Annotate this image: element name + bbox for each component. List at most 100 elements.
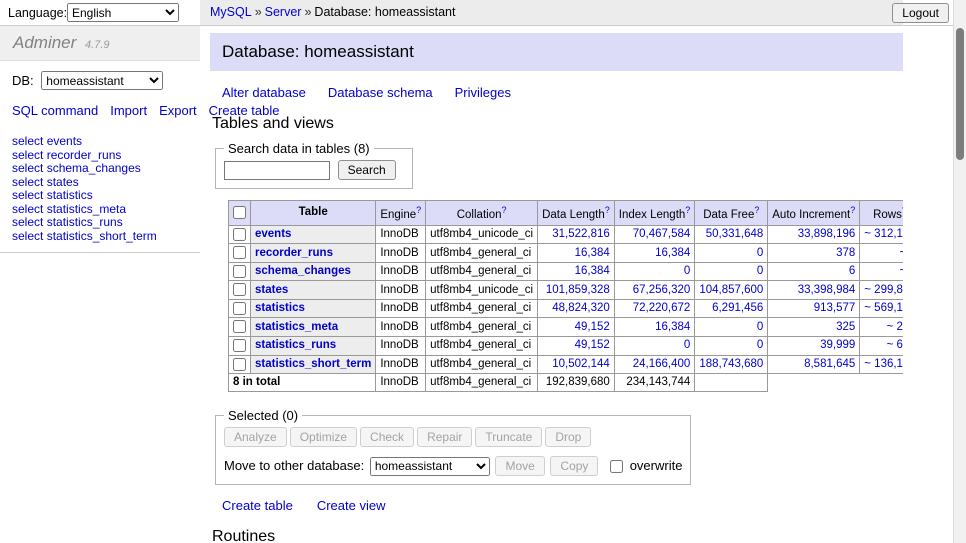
row-checkbox-statistics_runs[interactable]	[233, 339, 246, 352]
truncate-button[interactable]: Truncate	[475, 427, 542, 447]
index-length-link-events[interactable]: 70,467,584	[633, 228, 691, 240]
sidebar-link-import[interactable]: Import	[110, 103, 147, 118]
rows-link-statistics_runs[interactable]: ~ 628	[887, 339, 903, 351]
check-button[interactable]: Check	[360, 427, 414, 447]
rows-link-events[interactable]: ~ 312,180	[864, 228, 903, 240]
data-length-link-statistics_meta[interactable]: 49,152	[575, 321, 610, 333]
logout-button[interactable]: Logout	[892, 3, 949, 23]
create-table-bottom-link[interactable]: Create table	[222, 498, 293, 513]
index-length-link-states[interactable]: 67,256,320	[633, 284, 691, 296]
data-length-link-states[interactable]: 101,859,328	[546, 284, 610, 296]
auto-increment-link-schema_changes[interactable]: 6	[849, 265, 855, 277]
data-free-link-statistics_short_term[interactable]: 188,743,680	[699, 358, 763, 370]
table-link-statistics[interactable]: statistics	[47, 188, 93, 202]
help-link-auto-increment[interactable]: ?	[850, 205, 855, 215]
rows-link-statistics_short_term[interactable]: ~ 136,108	[864, 358, 903, 370]
table-link-statistics_short_term[interactable]: statistics_short_term	[47, 229, 157, 243]
move-button[interactable]: Move	[495, 456, 544, 476]
breadcrumb-link-server[interactable]: Server	[265, 5, 302, 19]
select-link-schema_changes[interactable]: select	[12, 161, 43, 175]
index-length-link-statistics[interactable]: 72,220,672	[633, 302, 691, 314]
scrollbar-thumb[interactable]	[956, 28, 964, 160]
search-input[interactable]	[224, 161, 330, 180]
database-schema-link[interactable]: Database schema	[328, 85, 433, 100]
select-all-checkbox[interactable]	[233, 206, 246, 219]
auto-increment-link-statistics_short_term[interactable]: 8,581,645	[804, 358, 855, 370]
table-link-states[interactable]: states	[47, 175, 79, 189]
breadcrumb-link-mysql[interactable]: MySQL	[210, 5, 252, 19]
open-table-statistics_meta[interactable]: statistics_meta	[255, 321, 338, 333]
help-link-collation[interactable]: ?	[501, 205, 506, 215]
drop-button[interactable]: Drop	[545, 427, 591, 447]
help-link-data-length[interactable]: ?	[605, 205, 610, 215]
rows-link-statistics[interactable]: ~ 569,159	[864, 302, 903, 314]
table-link-schema_changes[interactable]: schema_changes	[47, 161, 141, 175]
data-free-link-recorder_runs[interactable]: 0	[757, 247, 763, 259]
open-table-statistics_short_term[interactable]: statistics_short_term	[255, 358, 371, 370]
row-checkbox-statistics_short_term[interactable]	[233, 358, 246, 371]
vertical-scrollbar[interactable]	[953, 0, 966, 543]
table-link-events[interactable]: events	[47, 134, 82, 148]
data-length-link-recorder_runs[interactable]: 16,384	[575, 247, 610, 259]
move-db-select[interactable]: homeassistant	[370, 457, 490, 476]
auto-increment-link-statistics_meta[interactable]: 325	[836, 321, 855, 333]
index-length-link-schema_changes[interactable]: 0	[684, 265, 690, 277]
select-link-states[interactable]: select	[12, 175, 43, 189]
data-length-link-statistics[interactable]: 48,824,320	[552, 302, 610, 314]
row-checkbox-statistics_meta[interactable]	[233, 320, 246, 333]
rows-link-recorder_runs[interactable]: ~ 5	[899, 247, 903, 259]
data-free-link-states[interactable]: 104,857,600	[699, 284, 763, 296]
data-free-link-events[interactable]: 50,331,648	[706, 228, 764, 240]
select-link-statistics[interactable]: select	[12, 188, 43, 202]
create-view-bottom-link[interactable]: Create view	[317, 498, 386, 513]
row-checkbox-events[interactable]	[233, 228, 246, 241]
sidebar-link-sql-command[interactable]: SQL command	[12, 103, 98, 118]
alter-database-link[interactable]: Alter database	[222, 85, 306, 100]
data-length-link-events[interactable]: 31,522,816	[552, 228, 610, 240]
data-length-link-statistics_runs[interactable]: 49,152	[575, 339, 610, 351]
rows-link-states[interactable]: ~ 299,833	[864, 284, 903, 296]
help-link-index-length[interactable]: ?	[685, 205, 690, 215]
copy-button[interactable]: Copy	[550, 456, 598, 476]
row-checkbox-statistics[interactable]	[233, 302, 246, 315]
data-free-link-statistics[interactable]: 6,291,456	[712, 302, 763, 314]
overwrite-checkbox[interactable]	[610, 460, 623, 473]
repair-button[interactable]: Repair	[417, 427, 472, 447]
data-length-link-schema_changes[interactable]: 16,384	[575, 265, 610, 277]
index-length-link-statistics_runs[interactable]: 0	[684, 339, 690, 351]
auto-increment-link-statistics_runs[interactable]: 39,999	[820, 339, 855, 351]
select-link-statistics_short_term[interactable]: select	[12, 229, 43, 243]
table-link-statistics_runs[interactable]: statistics_runs	[47, 215, 123, 229]
open-table-statistics_runs[interactable]: statistics_runs	[255, 339, 336, 351]
optimize-button[interactable]: Optimize	[290, 427, 357, 447]
open-table-statistics[interactable]: statistics	[255, 302, 305, 314]
index-length-link-recorder_runs[interactable]: 16,384	[655, 247, 690, 259]
select-link-events[interactable]: select	[12, 134, 43, 148]
index-length-link-statistics_meta[interactable]: 16,384	[655, 321, 690, 333]
help-link-data-free[interactable]: ?	[754, 205, 759, 215]
db-select[interactable]: homeassistant	[41, 71, 163, 90]
row-checkbox-recorder_runs[interactable]	[233, 246, 246, 259]
auto-increment-link-statistics[interactable]: 913,577	[814, 302, 856, 314]
analyze-button[interactable]: Analyze	[224, 427, 287, 447]
rows-link-statistics_meta[interactable]: ~ 244	[887, 321, 903, 333]
sidebar-link-export[interactable]: Export	[159, 103, 197, 118]
search-button[interactable]: Search	[338, 160, 396, 180]
data-length-link-statistics_short_term[interactable]: 10,502,144	[552, 358, 610, 370]
open-table-states[interactable]: states	[255, 284, 288, 296]
rows-link-schema_changes[interactable]: ~ 3	[899, 265, 903, 277]
data-free-link-schema_changes[interactable]: 0	[757, 265, 763, 277]
language-select[interactable]: English	[67, 3, 179, 22]
row-checkbox-states[interactable]	[233, 283, 246, 296]
auto-increment-link-recorder_runs[interactable]: 378	[836, 247, 855, 259]
data-free-link-statistics_meta[interactable]: 0	[757, 321, 763, 333]
open-table-recorder_runs[interactable]: recorder_runs	[255, 247, 333, 259]
auto-increment-link-states[interactable]: 33,398,984	[798, 284, 856, 296]
row-checkbox-schema_changes[interactable]	[233, 265, 246, 278]
data-free-link-statistics_runs[interactable]: 0	[757, 339, 763, 351]
help-link-engine[interactable]: ?	[416, 205, 421, 215]
index-length-link-statistics_short_term[interactable]: 24,166,400	[633, 358, 691, 370]
help-link-rows[interactable]: ?	[902, 205, 903, 215]
open-table-events[interactable]: events	[255, 228, 291, 240]
table-link-recorder_runs[interactable]: recorder_runs	[47, 148, 122, 162]
